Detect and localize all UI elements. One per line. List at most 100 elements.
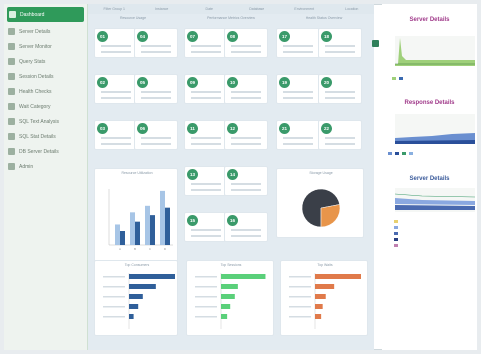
tile-number-badge: 07: [187, 31, 198, 42]
filter-4[interactable]: Environment: [282, 7, 327, 11]
tile-number-badge: 08: [227, 31, 238, 42]
sidebar-item-9[interactable]: DB Server Details: [4, 144, 87, 159]
tile-text-line: [283, 91, 313, 93]
tile-text-line: [141, 137, 171, 139]
hbar-label-placeholder: [103, 306, 125, 308]
sidebar-item-0[interactable]: Dashboard: [7, 7, 84, 22]
hbar-label-placeholder: [195, 276, 217, 278]
metric-tile[interactable]: 21: [276, 120, 320, 150]
sessions-icon: [8, 73, 15, 80]
metric-tile[interactable]: 10: [224, 74, 268, 104]
tile-number-badge: 03: [97, 123, 108, 134]
filter-1[interactable]: Instance: [140, 7, 185, 11]
expand-panel-icon[interactable]: [372, 40, 379, 47]
sidebar-item-label: Dashboard: [20, 11, 45, 18]
metric-tile[interactable]: 19: [276, 74, 320, 104]
response-details-legend: [388, 151, 474, 155]
sidebar-item-label: Session Details: [19, 73, 54, 80]
tile-text-line: [231, 183, 261, 185]
tile-text-line: [325, 91, 355, 93]
metric-tile[interactable]: 11: [184, 120, 228, 150]
tile-text-line: [141, 143, 171, 145]
top-consumers-card: Top Consumers: [94, 260, 178, 336]
hbar2-title: Top Sessions: [220, 263, 242, 267]
metric-tile[interactable]: 03: [94, 120, 138, 150]
filter-2[interactable]: Date: [187, 7, 232, 11]
tile-text-line: [325, 137, 355, 139]
metric-tile[interactable]: 06: [134, 120, 178, 150]
metric-tile[interactable]: 15: [184, 212, 228, 242]
sidebar-item-10[interactable]: Admin: [4, 159, 87, 174]
server-icon: [8, 28, 15, 35]
tile-number-badge: 12: [227, 123, 238, 134]
bar: [130, 212, 135, 245]
tile-text-line: [231, 45, 261, 47]
tile-number-badge: 17: [279, 31, 290, 42]
tile-text-line: [141, 51, 171, 53]
tile-text-line: [191, 45, 221, 47]
metric-tile[interactable]: 01: [94, 28, 138, 58]
metric-tile[interactable]: 09: [184, 74, 228, 104]
sidebar-item-4[interactable]: Session Details: [4, 69, 87, 84]
metric-tile[interactable]: 13: [184, 166, 228, 196]
tile-text-line: [231, 51, 261, 53]
metric-tile[interactable]: 16: [224, 212, 268, 242]
tile-text-line: [231, 97, 261, 99]
metric-tile[interactable]: 02: [94, 74, 138, 104]
hbar: [315, 294, 326, 299]
tile-number-badge: 22: [321, 123, 332, 134]
metric-tile[interactable]: 04: [134, 28, 178, 58]
bar-chart: A B C D: [108, 189, 173, 251]
metric-tile[interactable]: 20: [318, 74, 362, 104]
section-header-right: Health Status Overview: [305, 16, 343, 20]
sidebar-item-7[interactable]: SQL Text Analysis: [4, 114, 87, 129]
hbar-label-placeholder: [103, 316, 125, 318]
metric-tile[interactable]: 14: [224, 166, 268, 196]
filter-5[interactable]: Location: [330, 7, 375, 11]
response-details-chart: [395, 114, 475, 144]
sidebar-item-5[interactable]: Health Checks: [4, 84, 87, 99]
hbar: [221, 284, 238, 289]
metric-tile[interactable]: 17: [276, 28, 320, 58]
metric-tile[interactable]: 22: [318, 120, 362, 150]
metric-tile[interactable]: 12: [224, 120, 268, 150]
tile-text-line: [231, 189, 261, 191]
tile-text-line: [191, 229, 221, 231]
filter-3[interactable]: Database: [235, 7, 280, 11]
tile-text-line: [283, 97, 313, 99]
sidebar-item-8[interactable]: SQL Stat Details: [4, 129, 87, 144]
sidebar-item-1[interactable]: Server Details: [4, 24, 87, 39]
tile-text-line: [191, 137, 221, 139]
sidebar-item-label: Server Monitor: [19, 43, 52, 50]
sidebar-item-3[interactable]: Query Stats: [4, 54, 87, 69]
sidebar-item-label: Query Stats: [19, 58, 46, 65]
tile-text-line: [191, 91, 221, 93]
tile-text-line: [325, 45, 355, 47]
metric-tile[interactable]: 05: [134, 74, 178, 104]
db-icon: [8, 148, 15, 155]
metric-tile[interactable]: 18: [318, 28, 362, 58]
tile-text-line: [101, 137, 131, 139]
metric-tile[interactable]: 08: [224, 28, 268, 58]
tile-number-badge: 16: [227, 215, 238, 226]
tile-text-line: [231, 235, 261, 237]
tile-text-line: [283, 51, 313, 53]
filter-0[interactable]: Filter Group 1: [92, 7, 137, 11]
hbar: [129, 304, 139, 309]
hbar-label-placeholder: [289, 296, 311, 298]
tile-number-badge: 02: [97, 77, 108, 88]
tile-number-badge: 06: [137, 123, 148, 134]
hbar: [129, 274, 175, 279]
sidebar-item-2[interactable]: Server Monitor: [4, 39, 87, 54]
hbar-label-placeholder: [289, 316, 311, 318]
admin-icon: [8, 163, 15, 170]
metric-tile[interactable]: 07: [184, 28, 228, 58]
tile-number-badge: 15: [187, 215, 198, 226]
x-tick-label: C: [149, 247, 152, 251]
tile-text-line: [101, 91, 131, 93]
tile-text-line: [101, 45, 131, 47]
sidebar-item-6[interactable]: Wait Category: [4, 99, 87, 114]
tile-text-line: [231, 229, 261, 231]
tile-text-line: [231, 91, 261, 93]
tile-number-badge: 19: [279, 77, 290, 88]
